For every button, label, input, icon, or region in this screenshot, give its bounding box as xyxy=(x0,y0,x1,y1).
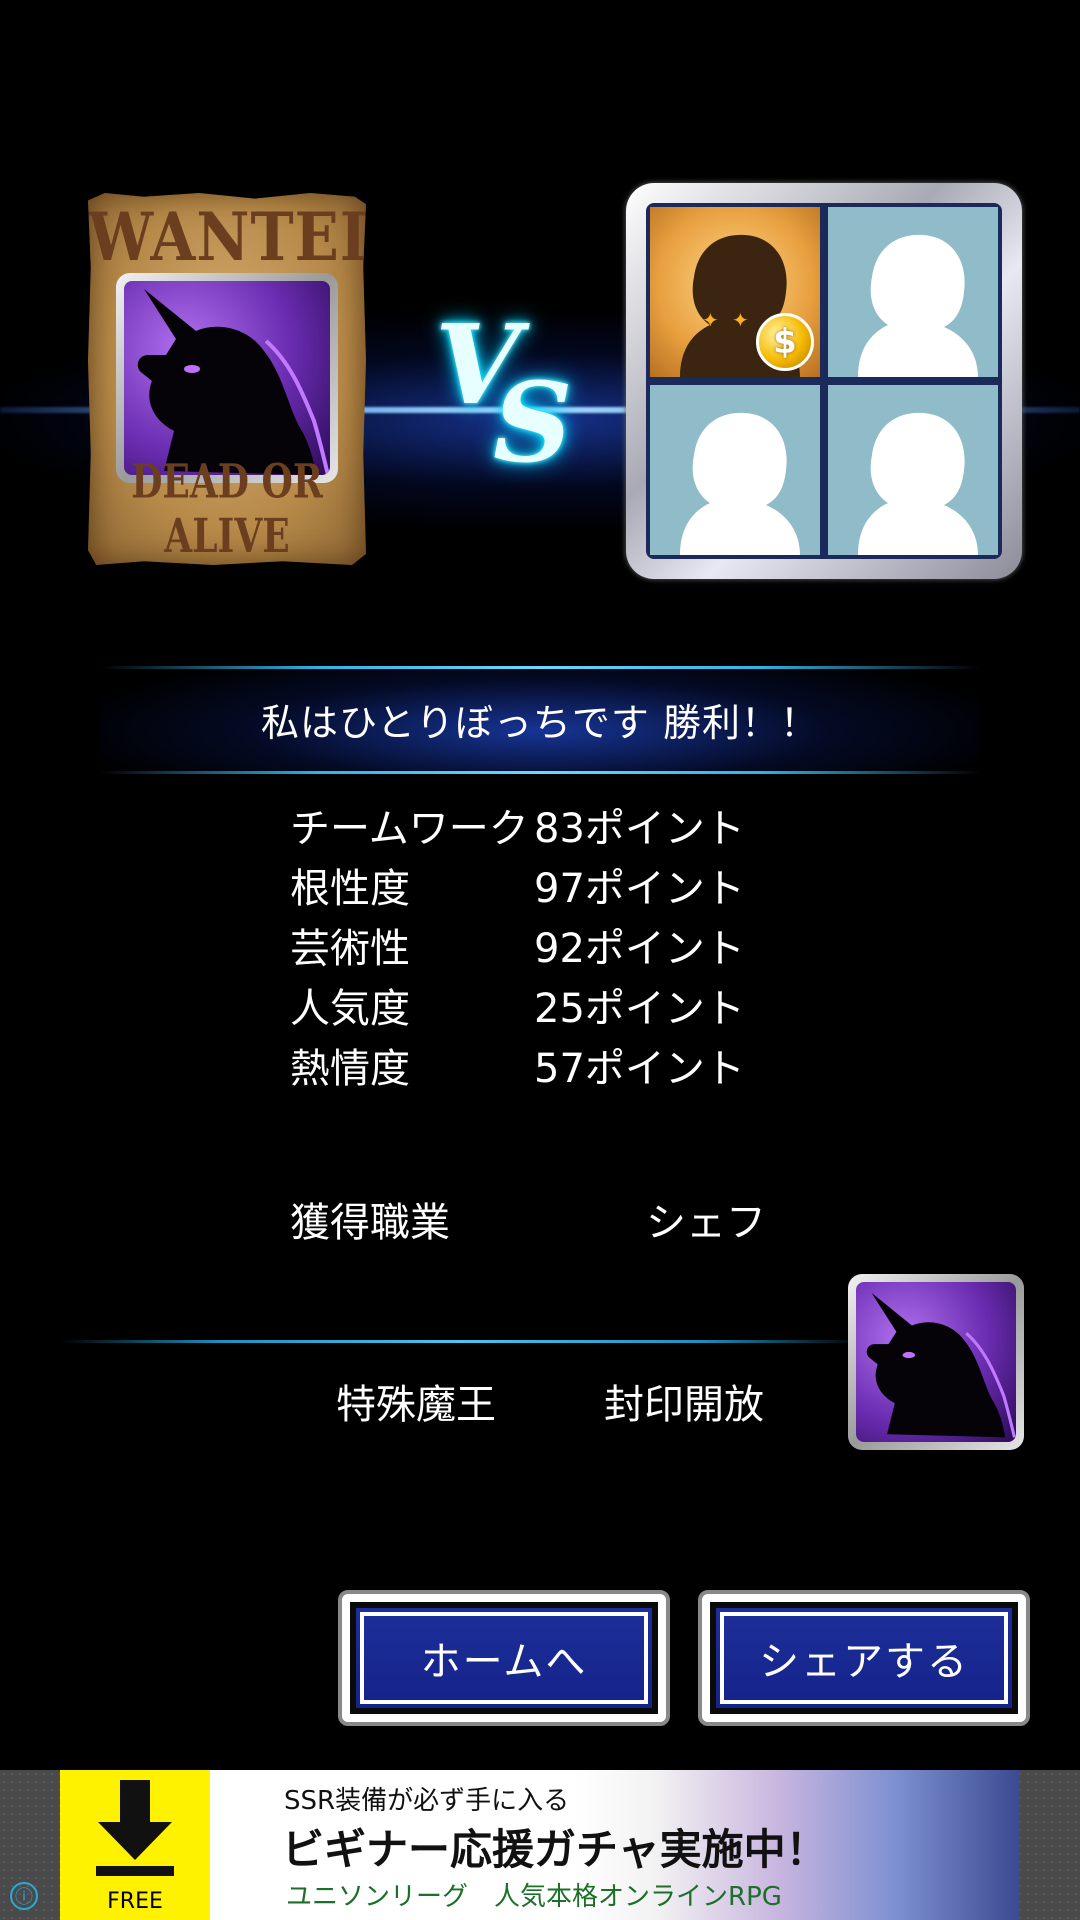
stat-row: 芸術性 92ポイント xyxy=(290,916,790,976)
svg-text:✦: ✦ xyxy=(702,308,719,332)
ad-text-area[interactable]: SSR装備が必ず手に入る ビギナー応援ガチャ実施中！ ユニソンリーグ 人気本格オ… xyxy=(210,1770,1020,1920)
stat-label: 熱情度 xyxy=(290,1046,410,1092)
special-boss-value: 封印開放 xyxy=(604,1382,764,1428)
unicorn-silhouette-icon xyxy=(856,1282,1016,1442)
ad-line-3: ユニソンリーグ 人気本格オンラインRPG xyxy=(286,1882,782,1912)
coin-icon: $ xyxy=(756,313,814,371)
ad-banner: FREE SSR装備が必ず手に入る ビギナー応援ガチャ実施中！ ユニソンリーグ … xyxy=(0,1770,1080,1920)
home-button-label: ホームへ xyxy=(350,1602,658,1714)
wanted-footer: DEAD OR ALIVE xyxy=(131,454,323,564)
stat-row: 根性度 97ポイント xyxy=(290,856,790,916)
result-banner: 私はひとりぼっちです 勝利！！ xyxy=(100,666,980,774)
wanted-title: WANTED xyxy=(88,197,392,277)
download-arrow-icon xyxy=(96,1780,174,1876)
ad-line-1: SSR装備が必ず手に入る xyxy=(284,1786,570,1816)
svg-text:✦: ✦ xyxy=(732,308,749,332)
ad-free-label: FREE xyxy=(107,1889,163,1914)
stat-row: 人気度 25ポイント xyxy=(290,976,790,1036)
banner-bottom-line xyxy=(100,771,980,774)
vs-emblem: V S xyxy=(425,300,572,487)
empty-member-silhouette-icon xyxy=(680,412,800,555)
result-banner-text: 私はひとりぼっちです 勝利！！ xyxy=(261,701,819,745)
job-value: シェフ xyxy=(646,1200,766,1246)
share-button-label: シェアする xyxy=(710,1602,1018,1714)
team-slot-empty[interactable] xyxy=(828,207,998,377)
stat-value: 92ポイント xyxy=(534,926,745,972)
team-slot-empty[interactable] xyxy=(650,385,820,555)
ad-download-area[interactable]: FREE xyxy=(60,1770,210,1920)
stat-value: 25ポイント xyxy=(534,986,745,1032)
banner-top-line xyxy=(100,666,980,669)
stat-row: 熱情度 57ポイント xyxy=(290,1036,790,1096)
vs-letter-s: S xyxy=(493,358,573,487)
special-boss-label: 特殊魔王 xyxy=(336,1382,496,1428)
team-grid: ✦ ✦ $ xyxy=(646,203,1002,559)
empty-member-silhouette-icon xyxy=(858,412,978,555)
stat-label: チームワーク xyxy=(290,806,529,852)
team-slot-player[interactable]: ✦ ✦ $ xyxy=(650,207,820,377)
boss-portrait xyxy=(116,273,338,483)
ad-content[interactable]: FREE SSR装備が必ず手に入る ビギナー応援ガチャ実施中！ ユニソンリーグ … xyxy=(60,1770,1020,1920)
stat-value: 97ポイント xyxy=(534,866,745,912)
wanted-poster: WANTED DEAD OR ALIVE xyxy=(88,193,366,565)
stat-row: チームワーク 83ポイント xyxy=(290,796,790,856)
ad-line-2: ビギナー応援ガチャ実施中！ xyxy=(282,1825,828,1874)
stat-label: 芸術性 xyxy=(290,926,410,972)
team-slot-empty[interactable] xyxy=(828,385,998,555)
stat-label: 根性度 xyxy=(290,866,410,912)
stat-value: 57ポイント xyxy=(534,1046,745,1092)
stat-value: 83ポイント xyxy=(534,806,745,852)
stats-list: チームワーク 83ポイント 根性度 97ポイント 芸術性 92ポイント 人気度 … xyxy=(290,796,790,1096)
job-label: 獲得職業 xyxy=(290,1200,450,1246)
unicorn-silhouette-icon xyxy=(124,281,330,475)
ad-info-icon[interactable]: ⓘ xyxy=(10,1882,38,1910)
stat-label: 人気度 xyxy=(290,986,410,1032)
home-button[interactable]: ホームへ xyxy=(338,1590,670,1726)
empty-member-silhouette-icon xyxy=(858,234,978,377)
team-panel: ✦ ✦ $ xyxy=(626,183,1022,579)
share-button[interactable]: シェアする xyxy=(698,1590,1030,1726)
separator-line xyxy=(60,1340,860,1343)
special-boss-portrait[interactable] xyxy=(848,1274,1024,1450)
